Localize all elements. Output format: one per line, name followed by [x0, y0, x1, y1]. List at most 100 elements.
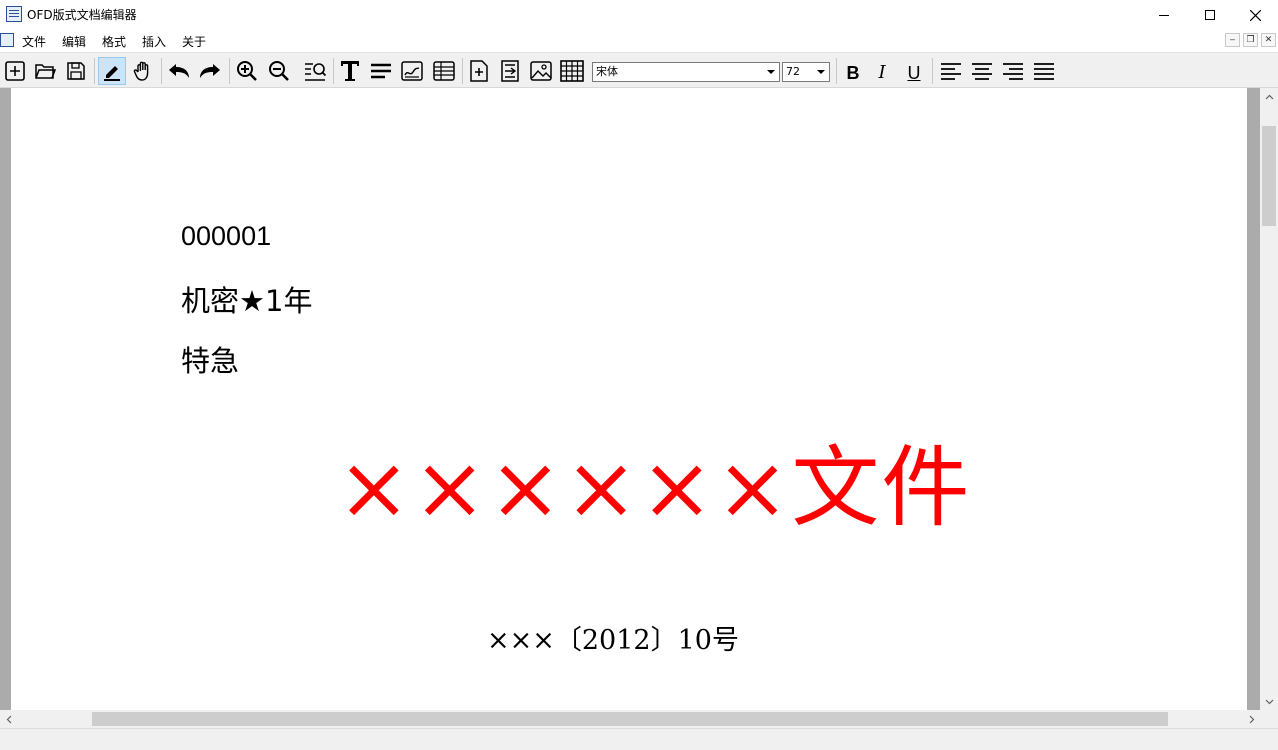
font-name-value: 宋体 — [596, 65, 618, 78]
edit-tool-button[interactable] — [98, 57, 126, 85]
chevron-down-icon — [767, 70, 775, 74]
zoom-in-icon — [237, 61, 257, 81]
justify-button[interactable] — [1030, 57, 1058, 85]
bold-button[interactable]: B — [841, 62, 865, 84]
add-page-icon — [470, 60, 488, 82]
status-bar — [0, 728, 1278, 750]
toolbar-separator — [462, 58, 463, 84]
toolbar-separator — [836, 58, 837, 84]
pen-icon — [104, 66, 120, 81]
image-icon — [530, 61, 552, 81]
maximize-icon — [1205, 10, 1215, 20]
folder-open-icon — [35, 64, 56, 79]
insert-page-button[interactable] — [465, 57, 493, 85]
document-number[interactable]: ×××〔2012〕10号 — [487, 618, 739, 657]
font-size-value: 72 — [786, 65, 800, 78]
document-page[interactable]: 000001 机密★1年 特急 ××××××文件 ×××〔2012〕10号 — [11, 88, 1247, 710]
zoom-out-button[interactable] — [265, 57, 293, 85]
insert-text-button[interactable] — [336, 57, 364, 85]
align-left-button[interactable] — [937, 57, 965, 85]
scroll-up-button[interactable] — [1260, 88, 1278, 105]
chevron-down-icon — [1265, 699, 1273, 704]
app-icon — [6, 6, 22, 22]
zoom-in-button[interactable] — [233, 57, 261, 85]
paragraph-button[interactable] — [367, 57, 395, 85]
menu-insert[interactable]: 插入 — [142, 33, 166, 50]
font-size-select[interactable]: 72 — [782, 62, 830, 82]
chart-frame-icon — [401, 61, 423, 81]
document-viewport[interactable]: 000001 机密★1年 特急 ××××××文件 ×××〔2012〕10号 — [0, 88, 1260, 710]
align-left-icon — [941, 63, 961, 80]
insert-table-button[interactable] — [558, 57, 586, 85]
urgency-level[interactable]: 特急 — [181, 338, 239, 380]
menu-format[interactable]: 格式 — [102, 33, 126, 50]
italic-button[interactable]: I — [870, 62, 894, 84]
horizontal-scrollbar[interactable] — [0, 710, 1260, 728]
underline-button[interactable]: U — [902, 62, 926, 84]
menu-file[interactable]: 文件 — [22, 33, 46, 50]
save-button[interactable] — [62, 57, 90, 85]
insert-chart-button[interactable] — [398, 57, 426, 85]
hand-icon — [133, 61, 149, 81]
chevron-right-icon — [1249, 715, 1254, 723]
document-icon[interactable] — [0, 33, 14, 47]
minimize-icon — [1159, 14, 1169, 16]
fit-page-button[interactable] — [301, 57, 329, 85]
redo-icon — [200, 64, 220, 78]
horizontal-scroll-thumb[interactable] — [92, 712, 1168, 726]
scroll-down-button[interactable] — [1260, 693, 1278, 710]
insert-list-button[interactable] — [430, 57, 458, 85]
vertical-scroll-thumb[interactable] — [1262, 126, 1276, 226]
vertical-scrollbar[interactable] — [1260, 88, 1278, 710]
paragraph-icon — [371, 63, 391, 79]
new-document-icon — [5, 61, 25, 81]
align-right-icon — [1003, 63, 1023, 80]
align-center-button[interactable] — [968, 57, 996, 85]
scroll-corner — [1260, 710, 1278, 728]
maximize-button[interactable] — [1187, 0, 1233, 30]
list-frame-icon — [433, 61, 455, 81]
text-icon — [341, 61, 359, 81]
chevron-up-icon — [1265, 94, 1273, 99]
doc-close-button[interactable]: ✕ — [1261, 33, 1276, 47]
open-button[interactable] — [31, 57, 59, 85]
insert-image-button[interactable] — [527, 57, 555, 85]
minimize-button[interactable] — [1141, 0, 1187, 30]
toolbar: 宋体 72 B I U — [0, 52, 1278, 88]
new-document-button[interactable] — [1, 57, 29, 85]
menu-edit[interactable]: 编辑 — [62, 33, 86, 50]
scroll-right-button[interactable] — [1243, 710, 1260, 728]
align-center-icon — [972, 63, 992, 80]
close-button[interactable] — [1232, 0, 1278, 30]
doc-minimize-button[interactable]: ‒ — [1225, 33, 1240, 47]
title-bar: OFD版式文档编辑器 — [0, 0, 1278, 30]
justify-icon — [1034, 63, 1054, 80]
scroll-left-button[interactable] — [0, 710, 17, 728]
toolbar-separator — [161, 58, 162, 84]
serial-number[interactable]: 000001 — [181, 221, 271, 252]
menu-bar: 文件 编辑 格式 插入 关于 ‒ ❐ ✕ — [0, 30, 1278, 51]
save-icon — [67, 62, 85, 80]
import-icon — [501, 60, 519, 82]
undo-button[interactable] — [165, 57, 193, 85]
chevron-down-icon — [817, 70, 825, 74]
close-icon — [1249, 9, 1261, 21]
zoom-out-icon — [269, 61, 289, 81]
fit-page-icon — [305, 63, 327, 81]
toolbar-separator — [333, 58, 334, 84]
font-name-select[interactable]: 宋体 — [592, 62, 780, 82]
menu-about[interactable]: 关于 — [182, 33, 206, 50]
undo-icon — [169, 64, 189, 78]
table-icon — [560, 60, 584, 82]
toolbar-separator — [932, 58, 933, 84]
toolbar-separator — [94, 58, 95, 84]
document-title[interactable]: ××××××文件 — [337, 438, 971, 538]
align-right-button[interactable] — [999, 57, 1027, 85]
window-title: OFD版式文档编辑器 — [27, 8, 137, 22]
hand-tool-button[interactable] — [129, 57, 157, 85]
toolbar-separator — [229, 58, 230, 84]
doc-restore-button[interactable]: ❐ — [1243, 33, 1258, 47]
redo-button[interactable] — [196, 57, 224, 85]
import-button[interactable] — [496, 57, 524, 85]
secret-level[interactable]: 机密★1年 — [181, 278, 312, 320]
